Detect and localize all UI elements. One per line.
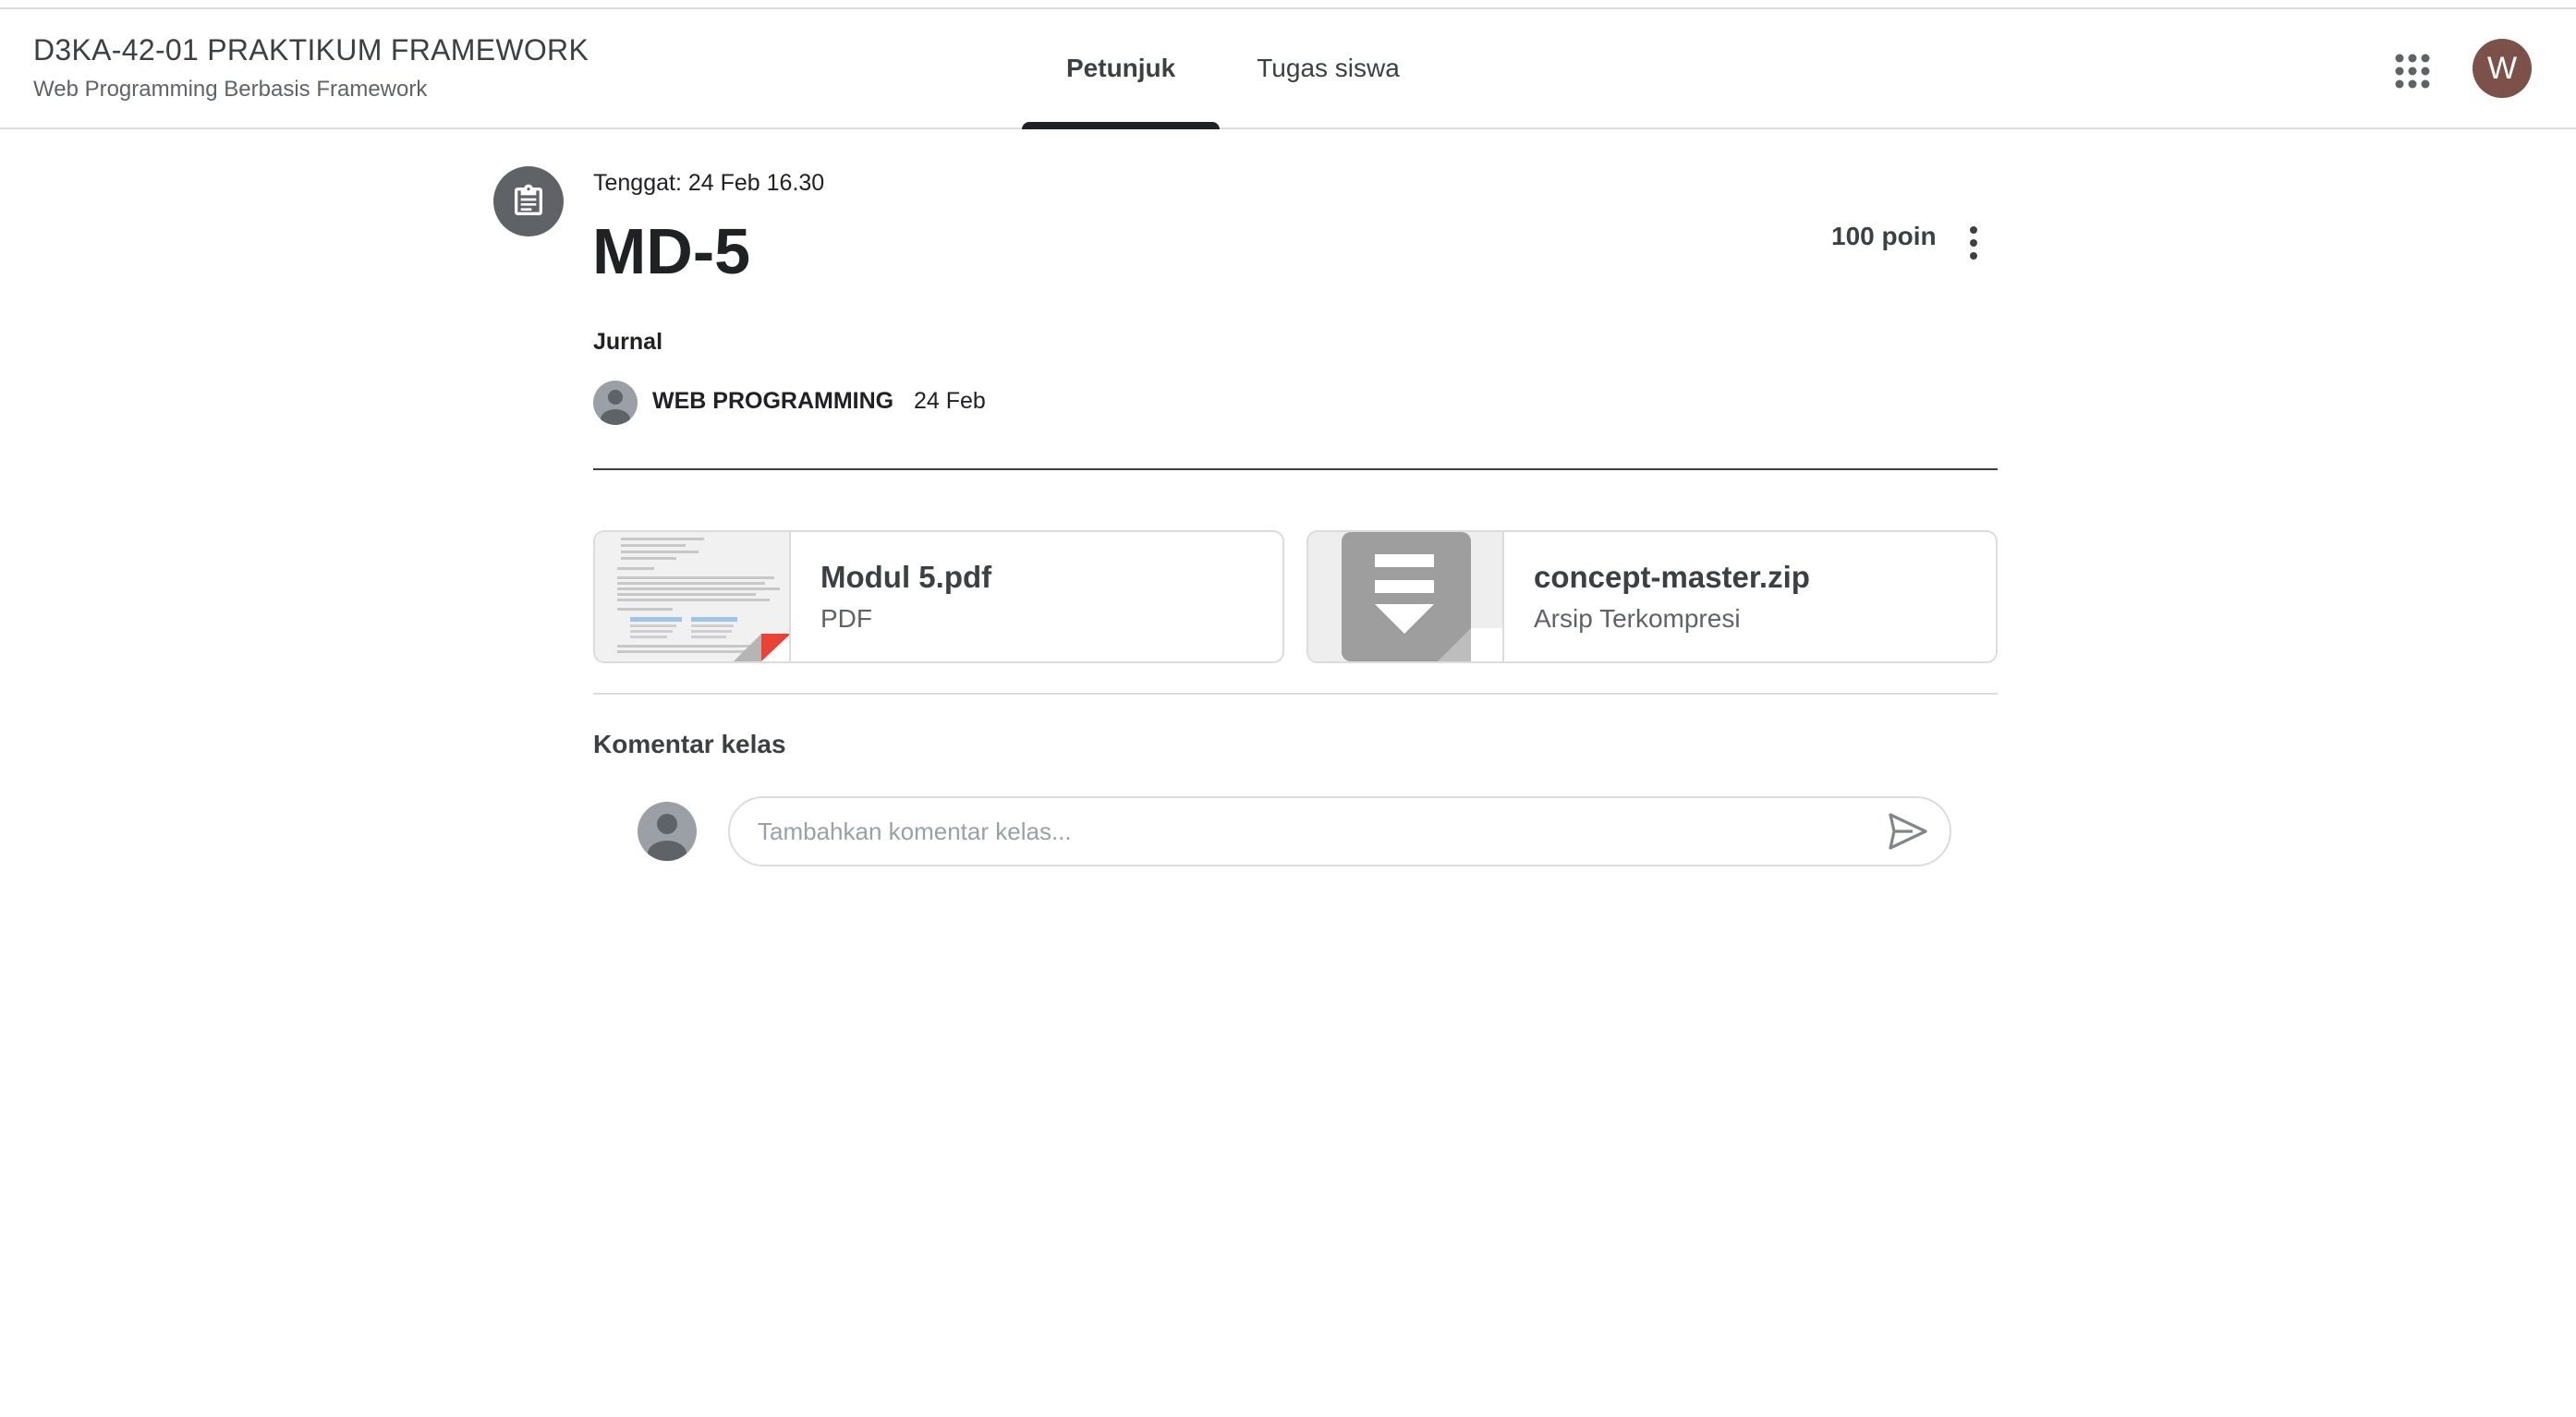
attachment-card-zip[interactable]: concept-master.zip Arsip Terkompresi xyxy=(1306,530,1998,663)
tab-label: Tugas siswa xyxy=(1257,54,1400,82)
class-comment-input[interactable] xyxy=(758,811,1848,852)
assignment-icon xyxy=(493,166,564,236)
poster-avatar xyxy=(593,381,638,425)
course-info[interactable]: D3KA-42-01 PRAKTIKUM FRAMEWORK Web Progr… xyxy=(33,33,589,103)
class-comments-title: Komentar kelas xyxy=(593,730,786,758)
due-date: Tenggat: 24 Feb 16.30 xyxy=(593,170,825,196)
top-app-bar: D3KA-42-01 PRAKTIKUM FRAMEWORK Web Progr… xyxy=(0,9,2576,129)
apps-grid-icon[interactable] xyxy=(2391,50,2434,92)
active-tab-indicator xyxy=(1022,122,1221,129)
account-avatar[interactable]: W xyxy=(2473,39,2532,98)
header-divider xyxy=(593,468,1998,470)
course-title[interactable]: D3KA-42-01 PRAKTIKUM FRAMEWORK xyxy=(33,33,589,67)
topic-label: Jurnal xyxy=(593,329,663,355)
zip-archive-icon xyxy=(1308,532,1504,661)
attachment-type: PDF xyxy=(820,604,872,633)
attachment-name: concept-master.zip xyxy=(1534,560,1810,594)
tab-tugas-siswa[interactable]: Tugas siswa xyxy=(1220,9,1437,127)
attachment-card-pdf[interactable]: Modul 5.pdf PDF xyxy=(593,530,1284,663)
poster-name: WEB PROGRAMMING xyxy=(652,388,894,414)
posted-date: 24 Feb xyxy=(914,388,986,414)
course-subtitle: Web Programming Berbasis Framework xyxy=(33,77,428,102)
attachment-name: Modul 5.pdf xyxy=(820,560,992,594)
pdf-thumbnail xyxy=(595,532,791,661)
top-border xyxy=(0,0,2576,9)
attachment-type: Arsip Terkompresi xyxy=(1534,604,1741,633)
comment-input-wrapper xyxy=(728,796,1951,866)
comments-divider xyxy=(593,693,1998,695)
send-icon[interactable] xyxy=(1885,811,1929,852)
tab-label: Petunjuk xyxy=(1066,54,1176,82)
tab-bar: Petunjuk Tugas siswa xyxy=(1022,9,1437,129)
assignment-title: MD-5 xyxy=(592,215,751,287)
more-options-icon[interactable] xyxy=(1955,220,1992,266)
points-label: 100 poin xyxy=(1831,222,1937,250)
tab-petunjuk[interactable]: Petunjuk xyxy=(1022,9,1221,129)
user-avatar xyxy=(638,802,697,861)
